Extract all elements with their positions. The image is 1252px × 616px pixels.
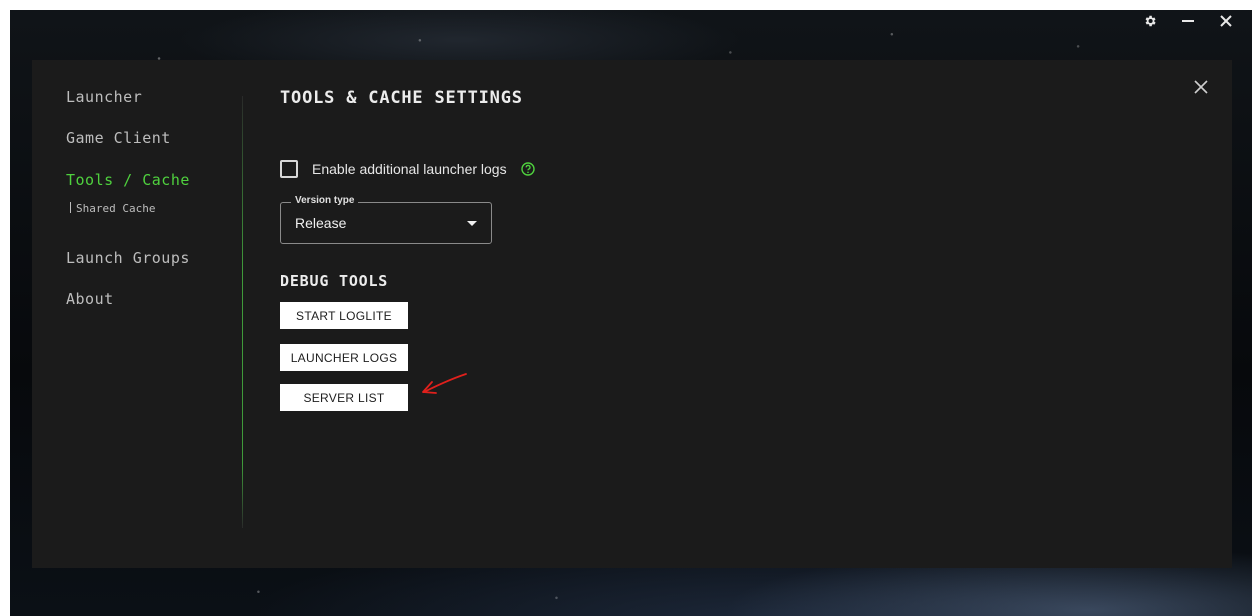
settings-panel: Launcher Game Client Tools / Cache Share… [32,60,1232,568]
version-type-value: Release [295,215,347,231]
enable-logs-label[interactable]: Enable additional launcher logs [312,161,507,177]
minimize-icon[interactable] [1180,12,1196,30]
caret-down-icon [467,221,477,226]
close-icon[interactable] [1194,80,1212,98]
version-type-select[interactable]: Version type Release [280,195,492,244]
sidebar-subitem-shared-cache[interactable]: Shared Cache [70,202,155,215]
start-loglite-button[interactable]: START LOGLITE [280,302,408,329]
red-arrow-annotation [418,370,470,403]
server-list-button[interactable]: SERVER LIST [280,384,408,411]
sidebar-item-launcher[interactable]: Launcher [66,88,142,106]
window-controls [1142,12,1234,30]
sidebar-subitem-label: Shared Cache [76,202,156,215]
close-icon[interactable] [1218,12,1234,30]
sidebar-item-tools-cache[interactable]: Tools / Cache [66,171,190,189]
debug-tools-heading: DEBUG TOOLS [280,272,389,290]
version-type-label: Version type [291,195,359,206]
enable-logs-checkbox[interactable] [280,160,298,178]
gear-icon[interactable] [1142,12,1158,30]
sidebar-item-game-client[interactable]: Game Client [66,129,171,147]
help-circle-icon[interactable] [520,162,535,176]
settings-sidebar: Launcher Game Client Tools / Cache Share… [32,60,242,568]
enable-logs-row: Enable additional launcher logs [280,160,535,178]
sidebar-item-about[interactable]: About [66,290,114,308]
sidebar-item-launch-groups[interactable]: Launch Groups [66,249,190,267]
sidebar-divider [242,96,243,528]
page-title: TOOLS & CACHE SETTINGS [280,88,523,108]
launcher-logs-button[interactable]: LAUNCHER LOGS [280,344,408,371]
subitem-indicator [70,202,71,213]
